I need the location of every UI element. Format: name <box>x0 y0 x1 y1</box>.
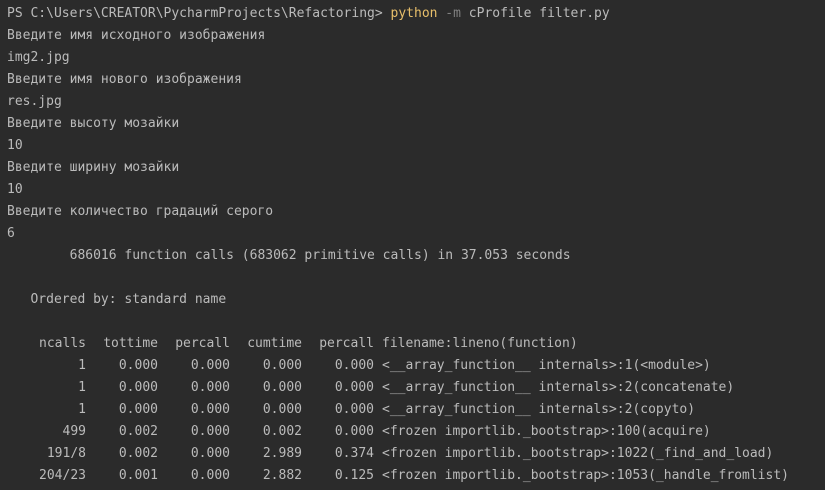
dialog-line: Введите имя нового изображения <box>7 72 242 87</box>
command-args: cProfile filter.py <box>468 6 610 21</box>
filename-cell: <frozen importlib._bootstrap>:100(acquir… <box>382 424 711 439</box>
dialog-line: Введите высоту мозайки <box>7 116 180 131</box>
table-row: 204/23 0.001 0.000 2.882 0.125 <frozen i… <box>7 465 789 487</box>
tottime-cell: 0.001 <box>118 468 158 483</box>
dialog-line: Введите ширину мозайки <box>7 160 180 175</box>
percall-cumulative-cell: 0.000 <box>334 424 374 439</box>
dialog-line: img2.jpg <box>7 50 70 65</box>
column-header: tottime <box>103 336 158 351</box>
column-header: percall <box>319 336 374 351</box>
cumtime-cell: 0.000 <box>262 380 302 395</box>
dialog-line: res.jpg <box>7 94 62 109</box>
filename-cell: <__array_function__ internals>:2(concate… <box>382 380 735 395</box>
table-row: 1 0.000 0.000 0.000 0.000 <__array_funct… <box>7 399 789 421</box>
dialog-line: Введите количество градаций серого <box>7 204 274 219</box>
ncalls-cell: 1 <box>78 402 86 417</box>
filename-cell: <frozen importlib._bootstrap>:1053(_hand… <box>382 468 789 483</box>
filename-cell: <__array_function__ internals>:2(copyto) <box>382 402 696 417</box>
percall-cell: 0.000 <box>190 468 230 483</box>
profile-table-header: ncalls tottime percall cumtime percall f… <box>7 333 789 355</box>
ncalls-cell: 191/8 <box>46 446 86 461</box>
tottime-cell: 0.000 <box>118 380 158 395</box>
column-header: filename:lineno(function) <box>382 336 578 351</box>
ncalls-cell: 1 <box>78 358 86 373</box>
profile-summary: 686016 function calls (683062 primitive … <box>7 248 571 263</box>
tottime-cell: 0.002 <box>118 446 158 461</box>
dialog-line: 6 <box>7 226 15 241</box>
cumtime-cell: 0.000 <box>262 402 302 417</box>
profile-table: ncalls tottime percall cumtime percall f… <box>7 333 789 487</box>
percall-cell: 0.000 <box>190 424 230 439</box>
percall-cumulative-cell: 0.374 <box>334 446 374 461</box>
table-row: 1 0.000 0.000 0.000 0.000 <__array_funct… <box>7 355 789 377</box>
percall-cumulative-cell: 0.125 <box>334 468 374 483</box>
filename-cell: <frozen importlib._bootstrap>:1022(_find… <box>382 446 774 461</box>
cumtime-cell: 0.002 <box>262 424 302 439</box>
dialog-line: 10 <box>7 182 23 197</box>
table-row: 499 0.002 0.000 0.002 0.000 <frozen impo… <box>7 421 789 443</box>
command-prompt-line: PS C:\Users\CREATOR\PycharmProjects\Refa… <box>7 3 825 25</box>
percall-cumulative-cell: 0.000 <box>334 402 374 417</box>
ncalls-cell: 204/23 <box>39 468 86 483</box>
cumtime-cell: 0.000 <box>262 358 302 373</box>
ncalls-cell: 1 <box>78 380 86 395</box>
percall-cumulative-cell: 0.000 <box>334 380 374 395</box>
percall-cumulative-cell: 0.000 <box>334 358 374 373</box>
table-row: 1 0.000 0.000 0.000 0.000 <__array_funct… <box>7 377 789 399</box>
dialog-line: 10 <box>7 138 23 153</box>
table-row: 191/8 0.002 0.000 2.989 0.374 <frozen im… <box>7 443 789 465</box>
column-header: ncalls <box>39 336 86 351</box>
command-name: python <box>390 6 438 21</box>
profile-ordered-by: Ordered by: standard name <box>7 292 227 307</box>
cumtime-cell: 2.989 <box>262 446 302 461</box>
tottime-cell: 0.000 <box>118 358 158 373</box>
column-header: percall <box>175 336 230 351</box>
filename-cell: <__array_function__ internals>:1(<module… <box>382 358 711 373</box>
percall-cell: 0.000 <box>190 446 230 461</box>
tottime-cell: 0.002 <box>118 424 158 439</box>
column-header: cumtime <box>247 336 302 351</box>
percall-cell: 0.000 <box>190 402 230 417</box>
cumtime-cell: 2.882 <box>262 468 302 483</box>
prompt-prefix: PS C:\Users\CREATOR\PycharmProjects\Refa… <box>7 6 391 21</box>
ncalls-cell: 499 <box>62 424 86 439</box>
command-flag: -m <box>437 6 469 21</box>
terminal-output[interactable]: PS C:\Users\CREATOR\PycharmProjects\Refa… <box>0 0 825 490</box>
tottime-cell: 0.000 <box>118 402 158 417</box>
percall-cell: 0.000 <box>190 380 230 395</box>
dialog-line: Введите имя исходного изображения <box>7 28 266 43</box>
percall-cell: 0.000 <box>190 358 230 373</box>
